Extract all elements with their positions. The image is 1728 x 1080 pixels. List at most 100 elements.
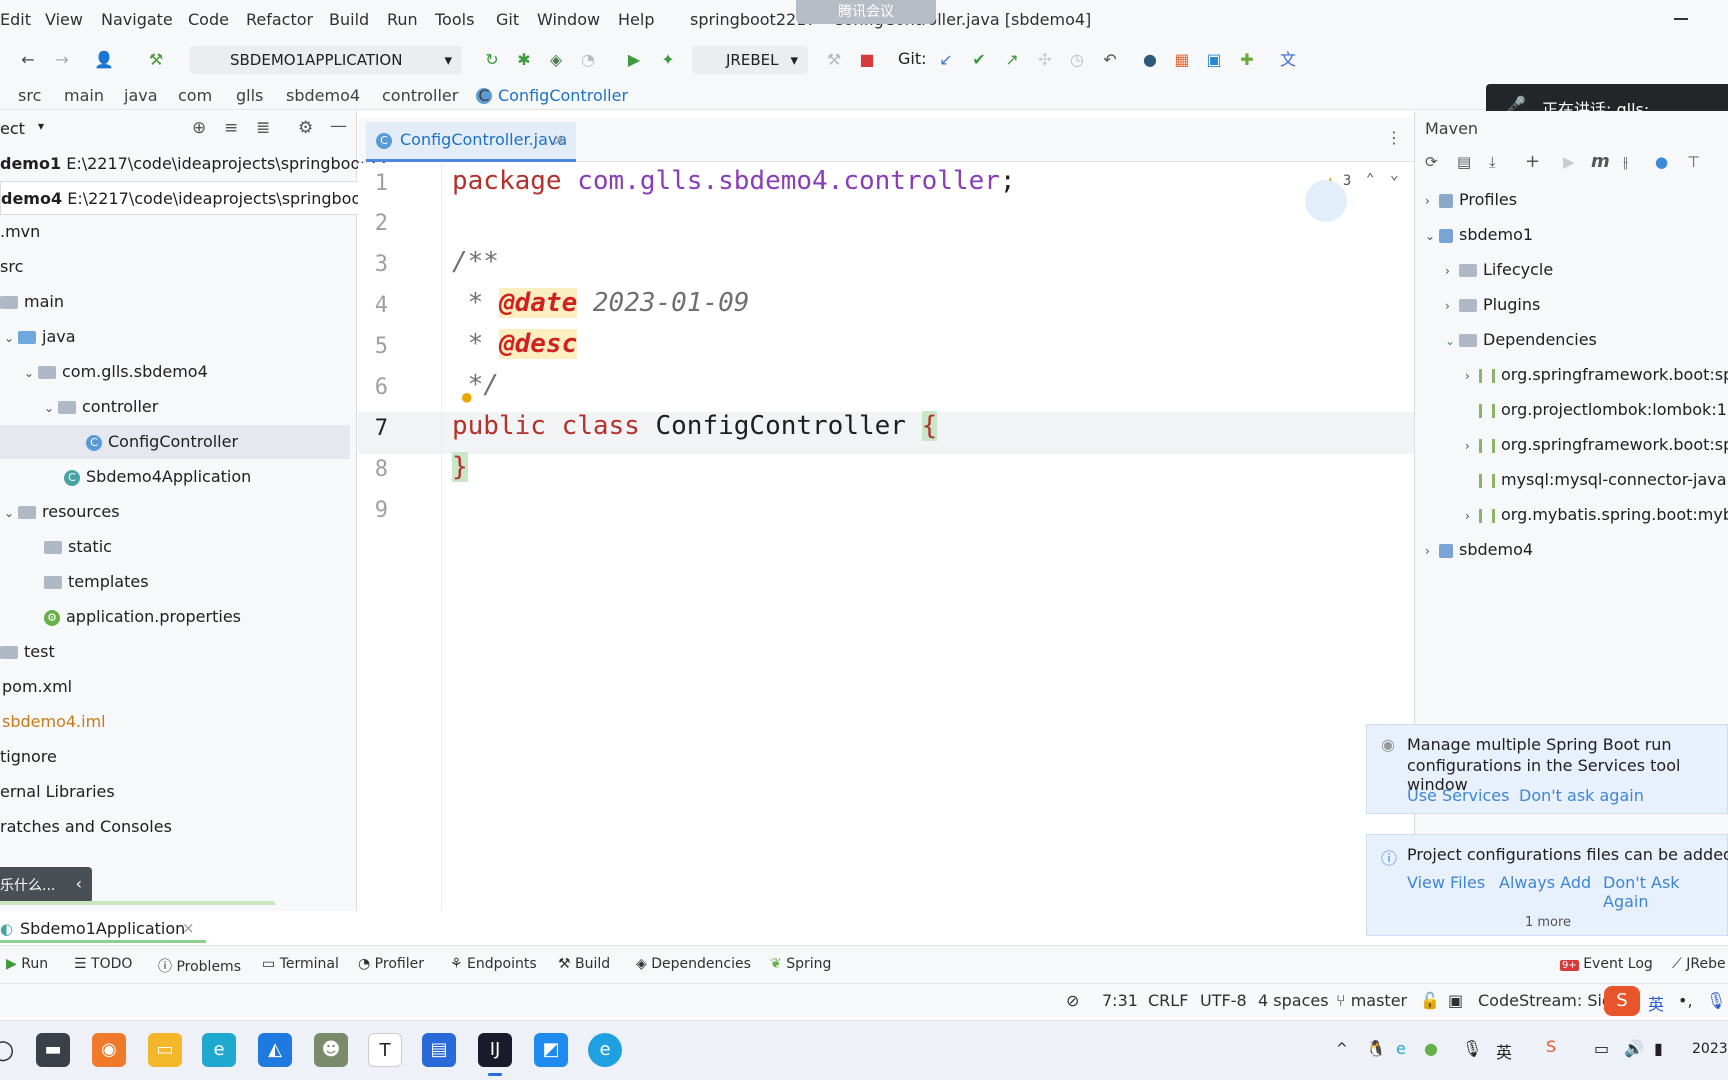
dont-ask-again-link[interactable]: Don't Ask Again: [1603, 873, 1727, 911]
tree-item-gitignore[interactable]: tignore: [0, 740, 57, 774]
tree-item-main[interactable]: main: [0, 285, 64, 319]
menu-window[interactable]: Window: [537, 10, 600, 29]
volume-icon[interactable]: 🔊: [1624, 1039, 1644, 1058]
network-icon[interactable]: ▭: [1594, 1039, 1609, 1058]
run-tab[interactable]: ◐ Sbdemo1Application ×: [0, 914, 210, 944]
wechat-tray-icon[interactable]: ●: [1424, 1039, 1438, 1058]
stop-icon[interactable]: ■: [857, 50, 877, 70]
close-icon[interactable]: ×: [553, 122, 566, 158]
gear-icon[interactable]: ⚙: [298, 118, 313, 138]
ime-mode[interactable]: 英: [1648, 991, 1664, 1015]
hide-panel-icon[interactable]: —: [330, 116, 347, 136]
indent-setting[interactable]: 4 spaces: [1258, 991, 1329, 1010]
tree-item-test[interactable]: test: [0, 635, 55, 669]
use-services-link[interactable]: Use Services: [1407, 786, 1509, 805]
tree-item-pom[interactable]: pom.xml: [2, 670, 72, 704]
maven-dep-item[interactable]: › org.mybatis.spring.boot:myba: [1465, 498, 1728, 532]
tree-item-configcontroller[interactable]: C ConfigController: [0, 425, 350, 459]
edge-icon[interactable]: e: [588, 1033, 622, 1067]
lock-icon[interactable]: 🔓: [1420, 991, 1440, 1010]
menu-tools[interactable]: Tools: [435, 10, 474, 29]
git-update-icon[interactable]: ↙: [936, 50, 956, 70]
maven-plugins[interactable]: › Plugins: [1445, 288, 1540, 322]
menu-view[interactable]: View: [45, 10, 83, 29]
maven-m-icon[interactable]: m: [1591, 151, 1610, 172]
hammer-disabled-icon[interactable]: ⚒: [824, 50, 844, 70]
locate-icon[interactable]: ⊕: [192, 118, 206, 138]
maven-lifecycle[interactable]: › Lifecycle: [1445, 253, 1553, 287]
qq-tray-icon[interactable]: 🐧: [1366, 1039, 1386, 1058]
debug-bug-icon[interactable]: ✱: [514, 50, 534, 70]
firefox-icon[interactable]: ◉: [92, 1033, 126, 1067]
tree-item-iml[interactable]: sbdemo4.iml: [2, 705, 106, 739]
edge-tray-icon[interactable]: e: [1396, 1039, 1406, 1058]
tree-item-properties[interactable]: ⚙ application.properties: [44, 600, 241, 634]
tool-endpoints[interactable]: ⚘ Endpoints: [450, 956, 537, 972]
tree-item-resources[interactable]: ⌄ resources: [4, 495, 120, 529]
more-notifications[interactable]: 1 more: [1367, 915, 1728, 930]
punctuation-icon[interactable]: •,: [1678, 991, 1693, 1010]
crumb-glls[interactable]: glls: [236, 86, 263, 105]
tree-item-external-libraries[interactable]: ernal Libraries: [0, 775, 115, 809]
tool-event-log[interactable]: 9+ Event Log: [1560, 956, 1653, 972]
close-icon[interactable]: ×: [182, 919, 195, 937]
back-arrow-icon[interactable]: ←: [18, 50, 38, 70]
tree-item-demo1[interactable]: demo1 E:\2217\code\ideaprojects\springbo…: [0, 147, 387, 181]
notepad-icon[interactable]: ▤: [422, 1033, 456, 1067]
menu-edit[interactable]: Edit: [0, 10, 31, 29]
plugin-grid-icon[interactable]: ▦: [1172, 50, 1192, 70]
menu-build[interactable]: Build: [329, 10, 369, 29]
reload-icon[interactable]: ⟳: [1425, 153, 1438, 171]
search-icon[interactable]: ●: [1140, 50, 1160, 70]
git-push-icon[interactable]: ↗: [1002, 50, 1022, 70]
expand-all-icon[interactable]: ≡: [224, 118, 238, 138]
maven-dependencies[interactable]: ⌄ Dependencies: [1445, 323, 1597, 357]
tool-profiler[interactable]: ◔ Profiler: [358, 956, 424, 972]
meeting-overlay[interactable]: 腾讯会议: [796, 0, 936, 24]
user-icon[interactable]: 👤: [94, 50, 114, 70]
download-icon[interactable]: ⤓: [1489, 153, 1496, 171]
chevron-up-icon[interactable]: ^: [1336, 1041, 1348, 1057]
history-icon[interactable]: ◷: [1067, 50, 1087, 70]
tool-dependencies[interactable]: ◈ Dependencies: [636, 956, 751, 972]
tree-item-java[interactable]: ⌄ java: [4, 320, 76, 354]
avatar-app-icon[interactable]: ☻: [314, 1033, 348, 1067]
jrebel-select[interactable]: JREBEL ▾: [692, 46, 808, 74]
menu-code[interactable]: Code: [188, 10, 229, 29]
skip-tests-icon[interactable]: ●: [1655, 153, 1668, 171]
structure-icon[interactable]: ▣: [1204, 50, 1224, 70]
collapse-all-icon[interactable]: ≣: [256, 118, 270, 138]
coverage-icon[interactable]: ◈: [546, 50, 566, 70]
ime-mic-icon[interactable]: 🎙: [1706, 991, 1726, 1010]
crumb-configcontroller[interactable]: ConfigController: [498, 86, 628, 105]
tool-problems[interactable]: ⓘ Problems: [158, 956, 241, 976]
tab-configcontroller[interactable]: C ConfigController.java ×: [366, 122, 576, 162]
search-icon[interactable]: ○: [0, 1033, 20, 1067]
file-encoding[interactable]: UTF-8: [1200, 991, 1247, 1010]
task-view-icon[interactable]: ▬: [36, 1033, 70, 1067]
maven-profiles[interactable]: › Profiles: [1425, 183, 1517, 217]
tree-item-scratches[interactable]: ratches and Consoles: [0, 810, 172, 844]
generate-sources-icon[interactable]: ▤: [1457, 153, 1471, 171]
sogou-tray-icon[interactable]: S: [1546, 1037, 1556, 1056]
view-files-link[interactable]: View Files: [1407, 873, 1485, 892]
git-pull-request-icon[interactable]: ✣: [1035, 50, 1055, 70]
tool-todo[interactable]: ☰ TODO: [74, 956, 132, 972]
crumb-sbdemo4[interactable]: sbdemo4: [286, 86, 360, 105]
menu-git[interactable]: Git: [496, 10, 519, 29]
codestream-icon[interactable]: ▣: [1448, 991, 1463, 1010]
crumb-src[interactable]: src: [18, 86, 41, 105]
tree-item-templates[interactable]: templates: [44, 565, 149, 599]
no-sync-icon[interactable]: ⊘: [1066, 991, 1079, 1010]
chevron-down-icon[interactable]: ⌄: [1390, 167, 1398, 183]
crumb-controller[interactable]: controller: [382, 86, 458, 105]
minimize-icon[interactable]: [1674, 18, 1688, 20]
menu-navigate[interactable]: Navigate: [101, 10, 173, 29]
crumb-com[interactable]: com: [178, 86, 212, 105]
rollback-icon[interactable]: ↶: [1100, 50, 1120, 70]
clock-year[interactable]: 2023: [1692, 1041, 1728, 1057]
photos-icon[interactable]: ◭: [258, 1033, 292, 1067]
typora-icon[interactable]: T: [368, 1033, 402, 1067]
tree-item-src[interactable]: src: [0, 250, 23, 284]
menu-help[interactable]: Help: [618, 10, 654, 29]
